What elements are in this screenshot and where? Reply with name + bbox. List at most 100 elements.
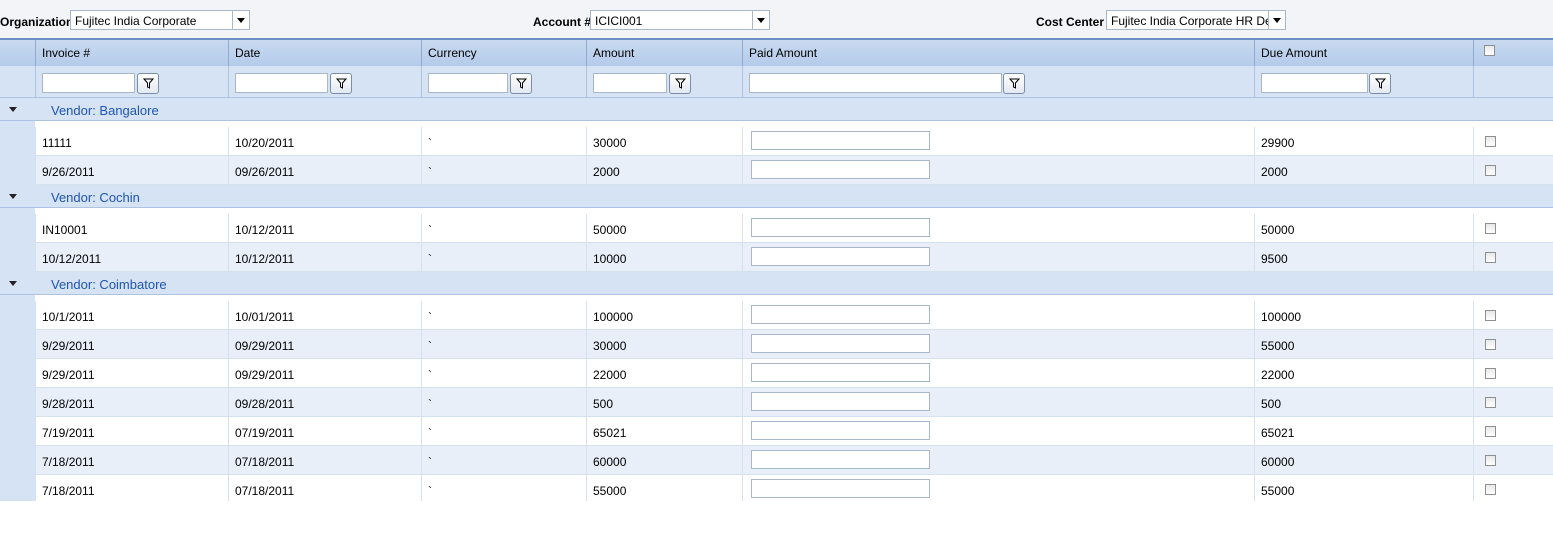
filter-input-currency[interactable] (428, 73, 508, 93)
table-row[interactable]: 11111 10/20/2011 ` 30000 29900 (35, 127, 1553, 156)
filter-button-paid-amount[interactable] (1003, 73, 1025, 94)
paid-amount-input[interactable] (751, 392, 930, 411)
cell-date: 10/12/2011 (228, 243, 421, 271)
table-row[interactable]: 9/28/2011 09/28/2011 ` 500 500 (35, 388, 1553, 417)
column-header-invoice[interactable]: Invoice # (35, 40, 228, 66)
row-select-checkbox[interactable] (1485, 484, 1496, 495)
cell-select (1473, 156, 1553, 184)
filter-input-paid-amount[interactable] (749, 73, 1002, 93)
filter-cell-paid-amount (742, 66, 1254, 97)
cell-date: 07/18/2011 (228, 475, 421, 501)
cell-date: 10/20/2011 (228, 127, 421, 155)
cell-paid-amount (742, 156, 1254, 184)
chevron-down-icon[interactable] (232, 11, 249, 29)
cell-paid-amount (742, 214, 1254, 242)
paid-amount-input[interactable] (751, 131, 930, 150)
filter-input-amount[interactable] (593, 73, 667, 93)
group-indent-column (0, 98, 35, 501)
collapse-arrow-icon[interactable] (9, 281, 17, 286)
cell-amount: 55000 (586, 475, 742, 501)
filter-cell-due-amount (1254, 66, 1473, 97)
row-select-checkbox[interactable] (1485, 426, 1496, 437)
paid-amount-input[interactable] (751, 247, 930, 266)
row-select-checkbox[interactable] (1485, 252, 1496, 263)
column-header-amount[interactable]: Amount (586, 40, 742, 66)
table-row[interactable]: 10/1/2011 10/01/2011 ` 100000 100000 (35, 301, 1553, 330)
organization-dropdown[interactable]: Fujitec India Corporate (70, 10, 250, 30)
filter-button-invoice[interactable] (137, 73, 159, 94)
organization-value: Fujitec India Corporate (75, 14, 197, 28)
paid-amount-input[interactable] (751, 450, 930, 469)
funnel-icon (1009, 78, 1020, 89)
filter-input-due-amount[interactable] (1261, 73, 1368, 93)
cell-invoice: 9/26/2011 (35, 156, 228, 184)
column-header-due-amount[interactable]: Due Amount (1254, 40, 1473, 66)
table-row[interactable]: 7/19/2011 07/19/2011 ` 65021 65021 (35, 417, 1553, 446)
row-select-checkbox[interactable] (1485, 165, 1496, 176)
table-row[interactable]: IN10001 10/12/2011 ` 50000 50000 (35, 214, 1553, 243)
cell-invoice: 7/18/2011 (35, 446, 228, 474)
collapse-arrow-icon[interactable] (9, 107, 17, 112)
row-select-checkbox[interactable] (1485, 397, 1496, 408)
cell-invoice: 11111 (35, 127, 228, 155)
select-all-checkbox[interactable] (1484, 45, 1495, 56)
column-header-date[interactable]: Date (228, 40, 421, 66)
column-header-paid-amount[interactable]: Paid Amount (742, 40, 1254, 66)
collapse-arrow-icon[interactable] (9, 194, 17, 199)
cell-select (1473, 127, 1553, 155)
table-row[interactable]: 9/29/2011 09/29/2011 ` 30000 55000 (35, 330, 1553, 359)
row-select-checkbox[interactable] (1485, 339, 1496, 350)
row-select-checkbox[interactable] (1485, 136, 1496, 147)
table-row[interactable]: 9/26/2011 09/26/2011 ` 2000 2000 (35, 156, 1553, 185)
cell-currency: ` (421, 359, 586, 387)
paid-amount-input[interactable] (751, 479, 930, 498)
column-header-currency[interactable]: Currency (421, 40, 586, 66)
filter-cell-date (228, 66, 421, 97)
cell-currency: ` (421, 127, 586, 155)
filter-button-currency[interactable] (510, 73, 532, 94)
row-select-checkbox[interactable] (1485, 455, 1496, 466)
paid-amount-input[interactable] (751, 218, 930, 237)
cell-invoice: 7/18/2011 (35, 475, 228, 501)
cell-select (1473, 475, 1553, 501)
cell-due-amount: 29900 (1254, 127, 1473, 155)
funnel-icon (516, 78, 527, 89)
account-dropdown[interactable]: ICICI001 (590, 10, 770, 30)
cell-select (1473, 301, 1553, 329)
cell-due-amount: 50000 (1254, 214, 1473, 242)
table-row[interactable]: 10/12/2011 10/12/2011 ` 10000 9500 (35, 243, 1553, 272)
account-value: ICICI001 (595, 14, 643, 28)
row-select-checkbox[interactable] (1485, 310, 1496, 321)
filter-cell-invoice (35, 66, 228, 97)
cell-currency: ` (421, 330, 586, 358)
cell-amount: 30000 (586, 330, 742, 358)
chevron-down-icon[interactable] (752, 11, 769, 29)
filter-row (0, 66, 1553, 98)
cell-invoice: 10/12/2011 (35, 243, 228, 271)
cost-center-dropdown[interactable]: Fujitec India Corporate HR Dep (1106, 10, 1286, 30)
cost-center-label: Cost Center (1036, 15, 1105, 29)
table-row[interactable]: 9/29/2011 09/29/2011 ` 22000 22000 (35, 359, 1553, 388)
row-select-checkbox[interactable] (1485, 368, 1496, 379)
filter-input-date[interactable] (235, 73, 328, 93)
filter-button-date[interactable] (330, 73, 352, 94)
cell-currency: ` (421, 388, 586, 416)
table-row[interactable]: 7/18/2011 07/18/2011 ` 55000 55000 (35, 475, 1553, 501)
filter-input-invoice[interactable] (42, 73, 135, 93)
filter-cell-select (1473, 66, 1553, 97)
paid-amount-input[interactable] (751, 305, 930, 324)
paid-amount-input[interactable] (751, 334, 930, 353)
paid-amount-input[interactable] (751, 421, 930, 440)
chevron-down-icon[interactable] (1268, 11, 1285, 29)
cell-amount: 10000 (586, 243, 742, 271)
paid-amount-input[interactable] (751, 363, 930, 382)
cell-date: 07/18/2011 (228, 446, 421, 474)
paid-amount-input[interactable] (751, 160, 930, 179)
filter-button-due-amount[interactable] (1369, 73, 1391, 94)
cell-due-amount: 22000 (1254, 359, 1473, 387)
table-row[interactable]: 7/18/2011 07/18/2011 ` 60000 60000 (35, 446, 1553, 475)
invoice-grid: Invoice # Date Currency Amount Paid Amou… (0, 38, 1553, 501)
filter-button-amount[interactable] (669, 73, 691, 94)
cell-select (1473, 330, 1553, 358)
row-select-checkbox[interactable] (1485, 223, 1496, 234)
